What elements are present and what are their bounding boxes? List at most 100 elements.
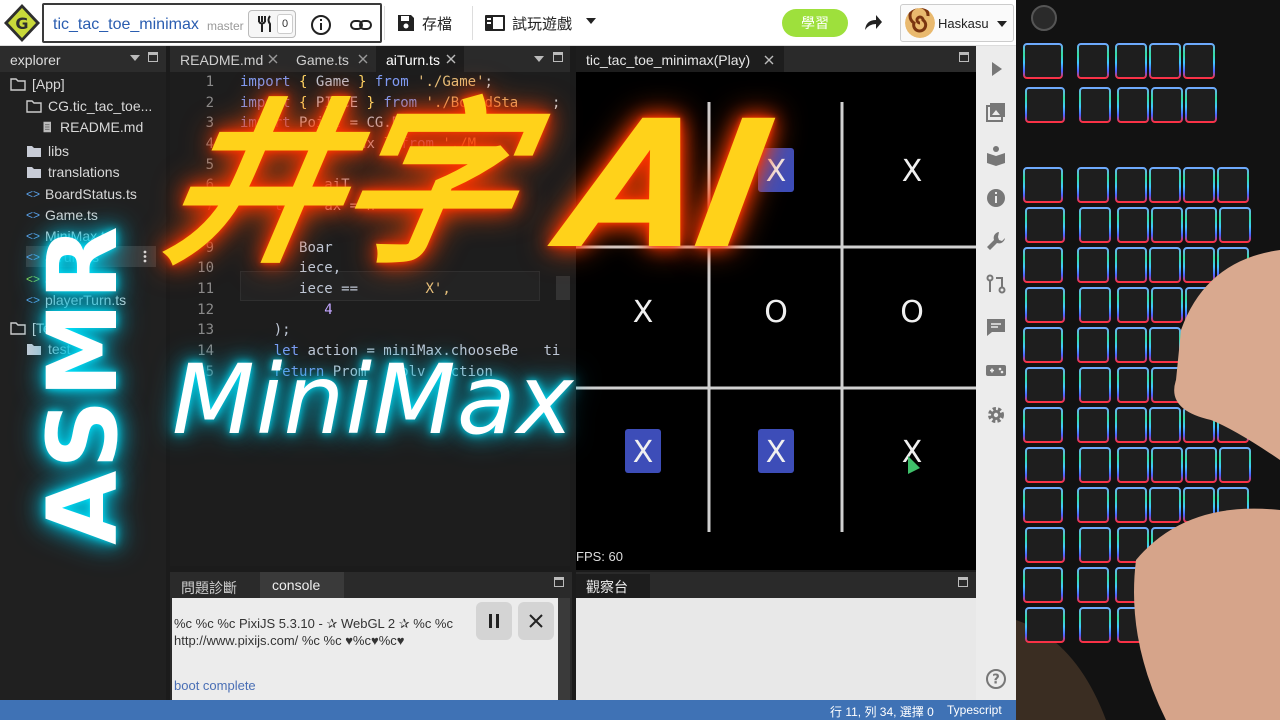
console-scrollbar[interactable] — [558, 598, 570, 700]
close-icon[interactable] — [358, 54, 368, 64]
maximize-icon[interactable] — [554, 577, 564, 587]
keyboard-key — [1151, 287, 1183, 323]
console-output[interactable]: %c %c %c PixiJS 5.3.10 - ✰ WebGL 2 ✰ %c … — [172, 598, 558, 700]
pause-button[interactable] — [476, 602, 512, 640]
tree-file-game[interactable]: <> Game.ts — [26, 204, 98, 225]
close-icon[interactable] — [764, 55, 774, 65]
tree-folder-translations[interactable]: translations — [26, 161, 120, 182]
keyboard-key — [1025, 207, 1065, 243]
close-icon[interactable] — [268, 54, 278, 64]
image-gallery-icon[interactable] — [985, 101, 1007, 123]
divider — [472, 6, 473, 40]
folder-icon — [27, 166, 41, 178]
board-cell[interactable]: O — [764, 295, 788, 330]
user-menu[interactable]: Haskasu — [900, 4, 1014, 42]
watch-panel: 觀察台 — [576, 572, 976, 700]
run-icon[interactable] — [985, 58, 1007, 80]
keyboard-key — [1023, 487, 1063, 523]
learn-button[interactable]: 學習 — [782, 9, 848, 37]
username: Haskasu — [938, 16, 989, 31]
keyboard-key — [1079, 367, 1111, 403]
keyboard-key — [1077, 407, 1109, 443]
app-logo-icon[interactable]: G — [2, 2, 42, 44]
keyboard-key — [1023, 247, 1063, 283]
code-file-icon: <> — [26, 207, 41, 222]
cursor-position[interactable]: 行 11, 列 34, 選擇 0 — [830, 703, 934, 720]
line-number: 13 — [197, 322, 214, 339]
chevron-down-icon[interactable] — [534, 55, 544, 63]
overlay-title: 井字 AI — [150, 83, 782, 288]
link-icon[interactable] — [349, 14, 373, 36]
help-icon[interactable]: ? — [985, 668, 1007, 690]
tab-readme[interactable]: README.md — [170, 46, 284, 72]
keyboard-photo — [1016, 0, 1280, 720]
project-name[interactable]: tic_tac_toe_minimax — [53, 16, 199, 34]
maximize-icon[interactable] — [553, 52, 563, 62]
pause-icon — [489, 614, 499, 628]
tab-watch[interactable]: 觀察台 — [576, 574, 650, 618]
board-cell[interactable]: X — [633, 295, 654, 330]
keyboard-key — [1183, 43, 1215, 79]
tab-aiturn[interactable]: aiTurn.ts — [376, 46, 464, 72]
share-arrow-icon[interactable] — [862, 11, 884, 33]
board-cell[interactable]: X — [633, 435, 654, 470]
keyboard-key — [1079, 287, 1111, 323]
chevron-down-icon[interactable] — [130, 54, 140, 62]
comment-icon[interactable] — [985, 316, 1007, 338]
branch-label: master — [207, 19, 244, 33]
book-icon[interactable] — [985, 144, 1007, 166]
info-icon[interactable] — [310, 14, 332, 36]
keyboard-key — [1149, 487, 1181, 523]
play-options-chevron-down-icon[interactable] — [584, 16, 598, 26]
board-cell[interactable]: X — [766, 435, 787, 470]
tree-file-boardstatus[interactable]: <> BoardStatus.ts — [26, 183, 137, 204]
keyboard-key — [1149, 327, 1181, 363]
tab-problems[interactable]: 問題診斷 — [170, 576, 248, 600]
watch-area[interactable] — [576, 598, 976, 700]
folder-open-icon — [26, 99, 42, 113]
maximize-icon[interactable] — [959, 52, 969, 62]
tree-file-readme[interactable]: README.md — [42, 116, 143, 137]
gamepad-icon[interactable] — [985, 359, 1007, 381]
keyboard-key — [1149, 43, 1181, 79]
svg-text:?: ? — [992, 673, 1000, 688]
keyboard-key — [1183, 247, 1215, 283]
keyboard-key — [1077, 487, 1109, 523]
play-game-button[interactable]: 試玩遊戲 — [484, 8, 572, 38]
keyboard-key — [1025, 367, 1065, 403]
save-label: 存檔 — [422, 15, 453, 33]
board-cell[interactable]: X — [766, 154, 787, 189]
tab-play[interactable]: tic_tac_toe_minimax(Play) — [576, 46, 785, 72]
tab-console[interactable]: console — [260, 572, 344, 598]
tree-item-label: [App] — [32, 75, 65, 92]
more-options-icon[interactable] — [143, 250, 147, 263]
tab-label: README.md — [180, 52, 264, 68]
tree-folder-libs[interactable]: libs — [26, 140, 69, 161]
clear-console-button[interactable] — [518, 602, 554, 640]
editor-tabs: README.md Game.ts aiTurn.ts — [170, 46, 570, 72]
fork-button[interactable]: 0 — [248, 10, 296, 38]
keyboard-key — [1025, 447, 1065, 483]
maximize-icon[interactable] — [958, 577, 968, 587]
gear-icon[interactable] — [985, 404, 1007, 426]
console-line: boot complete — [174, 678, 256, 693]
save-button[interactable]: 存檔 — [396, 8, 452, 38]
close-icon[interactable] — [446, 54, 456, 64]
git-compare-icon[interactable] — [985, 273, 1007, 295]
screen: G tic_tac_toe_minimax master 0 存檔 試玩遊戲 學… — [0, 0, 1280, 720]
board-cell[interactable]: O — [900, 295, 924, 330]
wrench-icon[interactable] — [985, 230, 1007, 252]
tree-folder-cg[interactable]: CG.tic_tac_toe... — [26, 95, 152, 116]
tree-item-label: CG.tic_tac_toe... — [48, 97, 153, 114]
info-icon[interactable] — [985, 187, 1007, 209]
folder-open-icon — [10, 77, 26, 91]
board-cell[interactable]: X — [902, 154, 923, 189]
language-mode[interactable]: Typescript — [947, 703, 1002, 717]
keyboard-key — [1115, 487, 1147, 523]
maximize-icon[interactable] — [148, 52, 158, 62]
overlay-subtitle: MiniMax — [172, 344, 575, 456]
tab-game[interactable]: Game.ts — [286, 46, 374, 72]
keyboard-key — [1115, 43, 1147, 79]
tree-folder-app[interactable]: [App] — [10, 73, 65, 94]
tree-item-label: translations — [48, 163, 120, 180]
